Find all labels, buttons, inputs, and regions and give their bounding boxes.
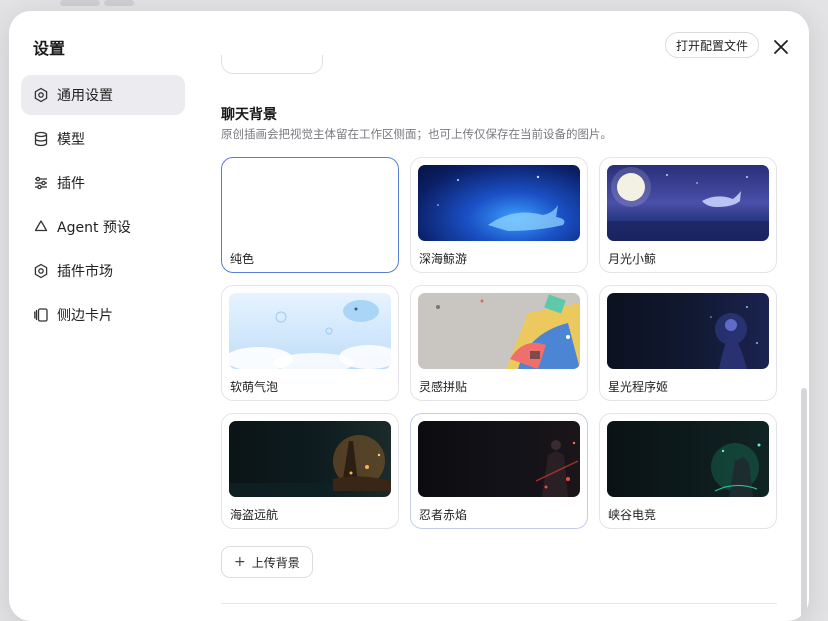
backdrop-hint bbox=[104, 0, 134, 6]
settings-dialog: 设置 打开配置文件 通用设置 模型 插件 Agent 预设 插件市场 侧边卡片 … bbox=[9, 11, 809, 621]
background-option-moonlight-whale[interactable]: 月光小鲸 bbox=[599, 157, 777, 273]
sidebar-item-plugins[interactable]: 插件 bbox=[21, 163, 185, 203]
sliders-icon bbox=[33, 175, 49, 191]
section-divider bbox=[221, 603, 777, 604]
background-option-label: 深海鲸游 bbox=[419, 252, 468, 266]
plus-icon: + bbox=[234, 554, 246, 570]
sidebar-item-label: 模型 bbox=[57, 132, 85, 148]
sidebar-item-general[interactable]: 通用设置 bbox=[21, 75, 185, 115]
backdrop-hint bbox=[60, 0, 100, 6]
background-thumbnail bbox=[607, 165, 769, 241]
background-option-canyon-esports[interactable]: 峡谷电竞 bbox=[599, 413, 777, 529]
dialog-title: 设置 bbox=[33, 39, 66, 58]
background-option-label: 软萌气泡 bbox=[230, 380, 279, 394]
upload-background-label: 上传背景 bbox=[251, 555, 300, 570]
sidebar-item-label: 插件市场 bbox=[57, 264, 113, 280]
background-option-label: 纯色 bbox=[230, 252, 255, 266]
background-thumbnail bbox=[229, 165, 391, 241]
sidebar-item-label: Agent 预设 bbox=[57, 220, 131, 236]
background-option-label: 峡谷电竞 bbox=[608, 508, 657, 522]
background-option-ninja-flame[interactable]: 忍者赤焰 bbox=[410, 413, 588, 529]
background-option-inspiration-collage[interactable]: 灵感拼贴 bbox=[410, 285, 588, 401]
sidebar-item-label: 侧边卡片 bbox=[57, 308, 113, 324]
background-thumbnail bbox=[418, 293, 580, 369]
sidebar-item-label: 通用设置 bbox=[57, 88, 113, 104]
recycle-icon bbox=[33, 219, 49, 235]
upload-background-button[interactable]: + 上传背景 bbox=[221, 546, 313, 578]
background-option-cute-bubbles[interactable]: 软萌气泡 bbox=[221, 285, 399, 401]
background-thumbnail bbox=[607, 421, 769, 497]
background-option-solid[interactable]: 纯色 bbox=[221, 157, 399, 273]
background-option-label: 海盗远航 bbox=[230, 508, 279, 522]
cards-icon bbox=[33, 307, 49, 323]
gear-icon bbox=[33, 263, 49, 279]
background-option-pirate-voyage[interactable]: 海盗远航 bbox=[221, 413, 399, 529]
settings-content: 聊天背景 原创插画会把视觉主体留在工作区侧面；也可上传仅保存在当前设备的图片。 … bbox=[221, 11, 781, 621]
sidebar-item-plugin-market[interactable]: 插件市场 bbox=[21, 251, 185, 291]
sidebar-item-label: 插件 bbox=[57, 176, 85, 192]
background-option-label: 月光小鲸 bbox=[608, 252, 657, 266]
sidebar-item-models[interactable]: 模型 bbox=[21, 119, 185, 159]
background-thumbnail bbox=[229, 421, 391, 497]
content-scrollbar[interactable] bbox=[801, 388, 807, 618]
background-option-starlight-programmer[interactable]: 星光程序姬 bbox=[599, 285, 777, 401]
sidebar-item-agent-presets[interactable]: Agent 预设 bbox=[21, 207, 185, 247]
section-description: 原创插画会把视觉主体留在工作区侧面；也可上传仅保存在当前设备的图片。 bbox=[221, 127, 612, 141]
background-option-label: 灵感拼贴 bbox=[419, 380, 468, 394]
background-option-label: 星光程序姬 bbox=[608, 380, 669, 394]
background-option-label: 忍者赤焰 bbox=[419, 508, 468, 522]
settings-sidebar: 通用设置 模型 插件 Agent 预设 插件市场 侧边卡片 bbox=[21, 75, 185, 339]
gear-icon bbox=[33, 87, 49, 103]
background-thumbnail bbox=[418, 165, 580, 241]
background-thumbnail bbox=[229, 293, 391, 369]
sidebar-item-side-cards[interactable]: 侧边卡片 bbox=[21, 295, 185, 335]
section-title: 聊天背景 bbox=[221, 107, 277, 123]
database-icon bbox=[33, 131, 49, 147]
background-thumbnail bbox=[607, 293, 769, 369]
background-option-deep-sea-whale[interactable]: 深海鲸游 bbox=[410, 157, 588, 273]
previous-section-control bbox=[221, 55, 323, 74]
background-thumbnail bbox=[418, 421, 580, 497]
